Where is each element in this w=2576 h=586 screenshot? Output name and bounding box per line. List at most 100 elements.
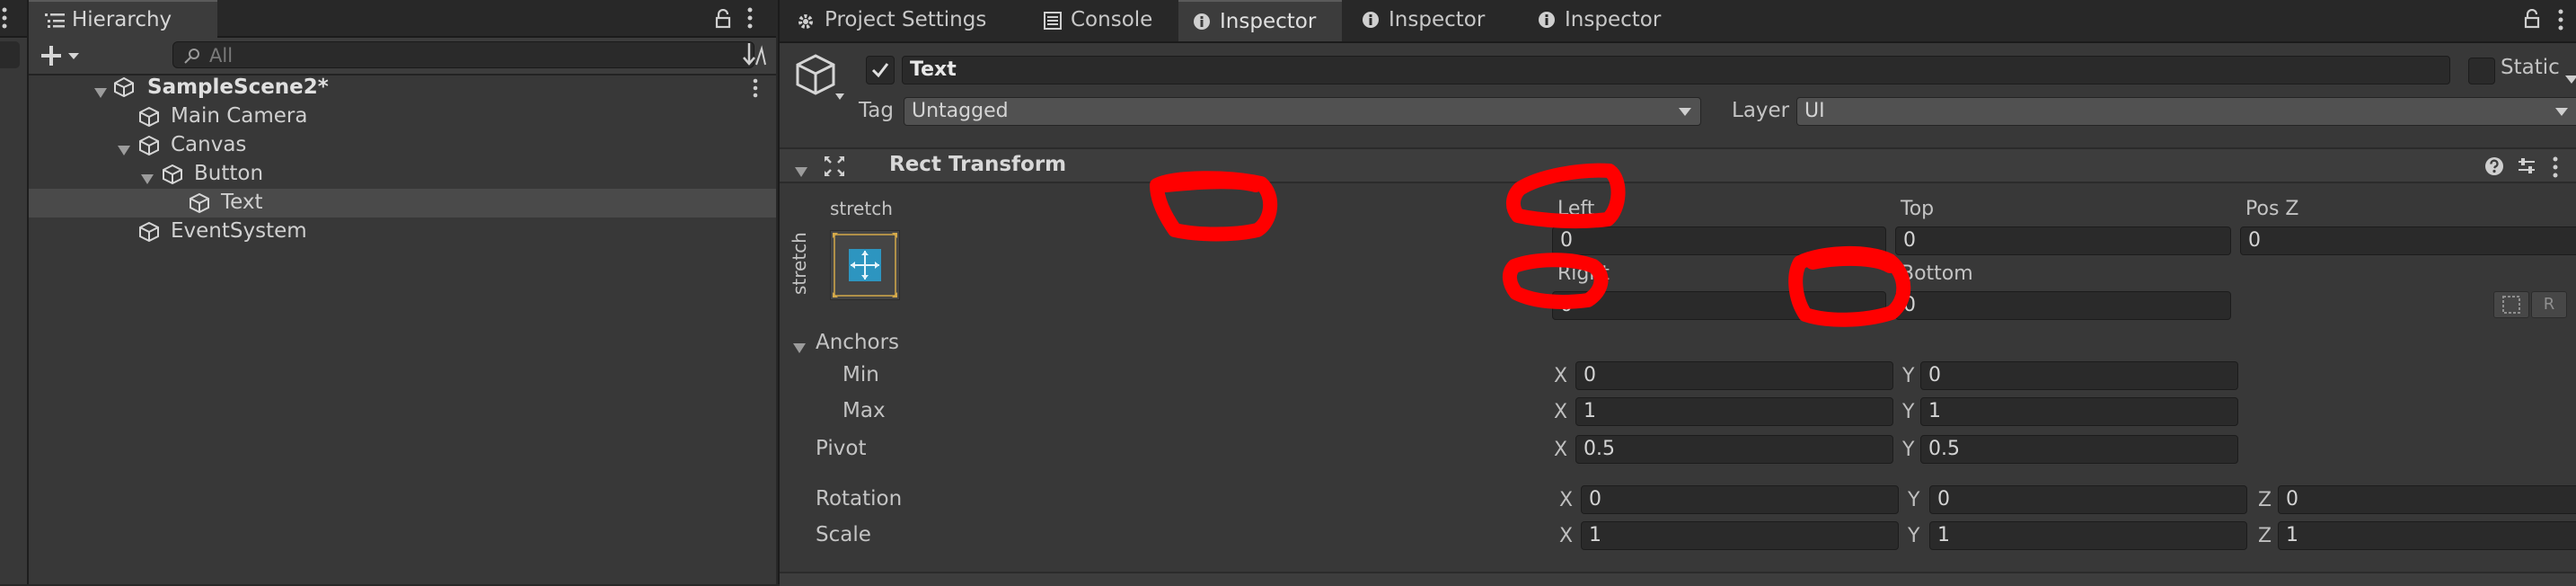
- tab-label: Inspector: [1389, 8, 1486, 31]
- posz-field[interactable]: 0: [2240, 226, 2576, 255]
- component-more-icon[interactable]: [2553, 156, 2558, 178]
- scale-y-field[interactable]: 1: [1929, 521, 2247, 550]
- axis-z-label: Z: [2258, 525, 2272, 547]
- static-label: Static: [2501, 56, 2560, 79]
- hierarchy-item-canvas[interactable]: Canvas: [29, 131, 776, 160]
- anchor-preset-side-label: stretch: [789, 232, 810, 295]
- top-field[interactable]: 0: [1895, 226, 2231, 255]
- tab-label: Inspector: [1220, 10, 1317, 33]
- gameobject-cube-icon: [138, 106, 160, 133]
- bottom-label: Bottom: [1901, 262, 1973, 285]
- sort-icon[interactable]: [740, 41, 767, 68]
- rotation-x-field[interactable]: 0: [1581, 485, 1899, 514]
- static-checkbox[interactable]: [2468, 58, 2495, 84]
- hierarchy-item-button[interactable]: Button: [29, 160, 776, 189]
- axis-x-label: X: [1559, 525, 1574, 547]
- hierarchy-search-input[interactable]: All: [172, 41, 754, 68]
- scale-z-field[interactable]: 1: [2278, 521, 2576, 550]
- scene-more-icon[interactable]: [753, 78, 758, 98]
- collapse-arrow-icon[interactable]: [794, 160, 808, 183]
- axis-y-label: Y: [1908, 489, 1920, 511]
- tag-dropdown[interactable]: Untagged: [904, 97, 1701, 126]
- blueprint-mode-button[interactable]: [2493, 291, 2529, 318]
- help-icon[interactable]: [2484, 156, 2504, 176]
- left-panel-edge: [0, 0, 29, 584]
- eventsystem-label: EventSystem: [171, 219, 307, 243]
- left-panel-field[interactable]: [0, 41, 20, 68]
- axis-x-label: X: [1554, 365, 1568, 387]
- anchor-max-y-field[interactable]: 1: [1920, 397, 2238, 426]
- raw-edit-button[interactable]: R: [2531, 291, 2567, 318]
- top-label: Top: [1901, 198, 1935, 220]
- hierarchy-item-eventsystem[interactable]: EventSystem: [29, 218, 776, 246]
- expand-arrow-icon[interactable]: [140, 167, 154, 191]
- menu-dots-icon[interactable]: [2, 7, 7, 34]
- gameobject-cube-icon: [189, 192, 210, 219]
- tab-console[interactable]: Console: [1031, 0, 1178, 41]
- anchor-max-x-field[interactable]: 1: [1575, 397, 1893, 426]
- layer-dropdown[interactable]: UI: [1796, 97, 2576, 126]
- axis-z-label: Z: [2258, 489, 2272, 511]
- hierarchy-tabbar: Hierarchy: [29, 0, 776, 38]
- info-icon: [1193, 13, 1211, 31]
- rotation-y-field[interactable]: 0: [1929, 485, 2247, 514]
- pivot-x-field[interactable]: 0.5: [1575, 435, 1893, 464]
- static-dropdown-arrow-icon[interactable]: [2565, 67, 2576, 90]
- rotation-z-field[interactable]: 0: [2278, 485, 2576, 514]
- gameobject-cube-icon: [138, 221, 160, 248]
- chevron-down-icon: [1679, 98, 1691, 125]
- bottom-field[interactable]: 0: [1895, 291, 2231, 320]
- posz-label: Pos Z: [2245, 198, 2299, 220]
- anchor-presets-button[interactable]: [830, 230, 900, 300]
- axis-y-label: Y: [1908, 525, 1920, 547]
- anchors-expand-arrow-icon[interactable]: [792, 336, 807, 360]
- pivot-y-field[interactable]: 0.5: [1920, 435, 2238, 464]
- tag-value: Untagged: [912, 100, 1009, 122]
- button-label: Button: [194, 162, 264, 185]
- tab-inspector-3[interactable]: Inspector: [1523, 0, 1687, 41]
- create-plus-icon[interactable]: [41, 45, 84, 67]
- unity-scene-icon: [113, 76, 135, 103]
- rect-transform-icon: [823, 155, 846, 178]
- anchor-min-label: Min: [842, 363, 879, 386]
- component-title: Rect Transform: [889, 153, 1067, 176]
- pivot-label: Pivot: [816, 437, 867, 460]
- object-name-input[interactable]: Text: [902, 56, 2450, 84]
- expand-arrow-icon[interactable]: [117, 138, 131, 162]
- more-options-icon[interactable]: [2558, 9, 2563, 31]
- scene-label: SampleScene2*: [147, 75, 329, 99]
- more-options-icon[interactable]: [747, 7, 753, 29]
- hierarchy-item-main-camera[interactable]: Main Camera: [29, 102, 776, 131]
- hierarchy-item-text[interactable]: Text: [29, 189, 776, 218]
- gameobject-cube-icon: [138, 135, 160, 162]
- axis-x-label: X: [1554, 439, 1568, 461]
- rect-transform-header[interactable]: Rect Transform: [780, 147, 2576, 183]
- scale-x-field[interactable]: 1: [1581, 521, 1899, 550]
- canvas-label: Canvas: [171, 133, 247, 156]
- tab-inspector-1[interactable]: Inspector: [1178, 0, 1342, 41]
- tab-project-settings[interactable]: Project Settings: [780, 0, 1022, 41]
- lock-icon[interactable]: [715, 9, 731, 29]
- expand-arrow-icon[interactable]: [93, 81, 108, 104]
- gameobject-large-icon[interactable]: [796, 52, 846, 106]
- tab-label: Inspector: [1565, 8, 1662, 31]
- inspector-tabbar: Project Settings Console Inspector Inspe…: [780, 0, 2576, 43]
- anchor-min-y-field[interactable]: 0: [1920, 361, 2238, 390]
- left-field[interactable]: 0: [1552, 226, 1886, 255]
- active-checkbox[interactable]: [866, 56, 895, 84]
- lock-icon[interactable]: [2524, 9, 2540, 29]
- left-label: Left: [1557, 198, 1595, 220]
- gameobject-cube-icon: [162, 164, 183, 191]
- preset-sliders-icon[interactable]: [2517, 156, 2536, 176]
- main-camera-label: Main Camera: [171, 104, 308, 128]
- hierarchy-scene-row[interactable]: SampleScene2*: [29, 74, 776, 102]
- anchor-stretch-icon: [833, 233, 897, 297]
- anchor-min-x-field[interactable]: 0: [1575, 361, 1893, 390]
- rotation-label: Rotation: [816, 487, 903, 511]
- right-field[interactable]: 0: [1552, 291, 1886, 320]
- axis-y-label: Y: [1902, 401, 1915, 423]
- tab-hierarchy[interactable]: Hierarchy: [29, 0, 217, 38]
- tab-inspector-2[interactable]: Inspector: [1349, 0, 1513, 41]
- text-label: Text: [221, 191, 263, 214]
- anchor-preset-top-label: stretch: [830, 198, 893, 219]
